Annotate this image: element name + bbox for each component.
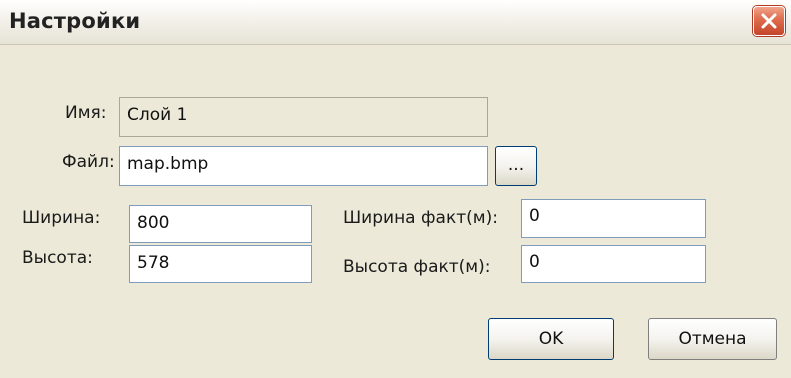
height-field[interactable]: 578: [129, 245, 312, 283]
title-bar[interactable]: Настройки: [0, 0, 791, 45]
width-fact-label: Ширина факт(м):: [343, 208, 498, 228]
ok-button[interactable]: OK: [488, 318, 614, 360]
browse-button[interactable]: ...: [495, 146, 537, 186]
close-icon: [761, 13, 777, 29]
height-fact-field[interactable]: 0: [521, 245, 706, 283]
browse-button-label: ...: [507, 155, 525, 175]
name-field: Слой 1: [119, 97, 488, 137]
settings-dialog: Настройки Имя: Слой 1 Файл: map.bmp ... …: [0, 0, 791, 378]
ok-button-label: OK: [538, 329, 564, 349]
cancel-button[interactable]: Отмена: [648, 318, 777, 360]
width-label: Ширина:: [22, 208, 101, 228]
height-fact-label: Высота факт(м):: [343, 257, 491, 277]
height-label: Высота:: [22, 248, 93, 268]
close-button[interactable]: [753, 6, 785, 36]
file-label: Файл:: [62, 152, 115, 172]
width-field[interactable]: 800: [129, 205, 312, 243]
file-field[interactable]: map.bmp: [119, 146, 488, 186]
name-label: Имя:: [65, 103, 107, 123]
cancel-button-label: Отмена: [678, 329, 747, 349]
dialog-title: Настройки: [9, 9, 141, 33]
width-fact-field[interactable]: 0: [521, 199, 706, 238]
